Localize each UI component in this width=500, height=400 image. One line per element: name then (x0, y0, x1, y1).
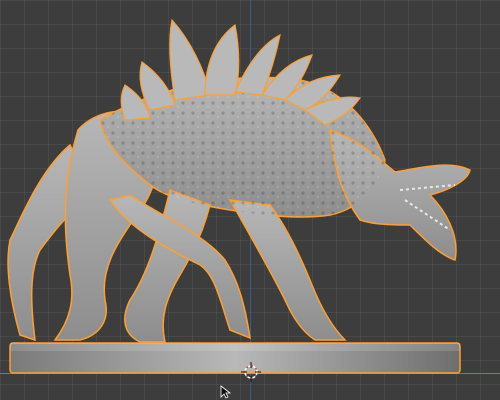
pedestal-base (9, 342, 461, 374)
3d-cursor-icon[interactable] (241, 362, 261, 382)
creature-body (7, 76, 471, 343)
mouse-pointer-icon (220, 385, 232, 399)
3d-viewport[interactable] (0, 0, 500, 400)
creature-model[interactable] (0, 0, 500, 400)
